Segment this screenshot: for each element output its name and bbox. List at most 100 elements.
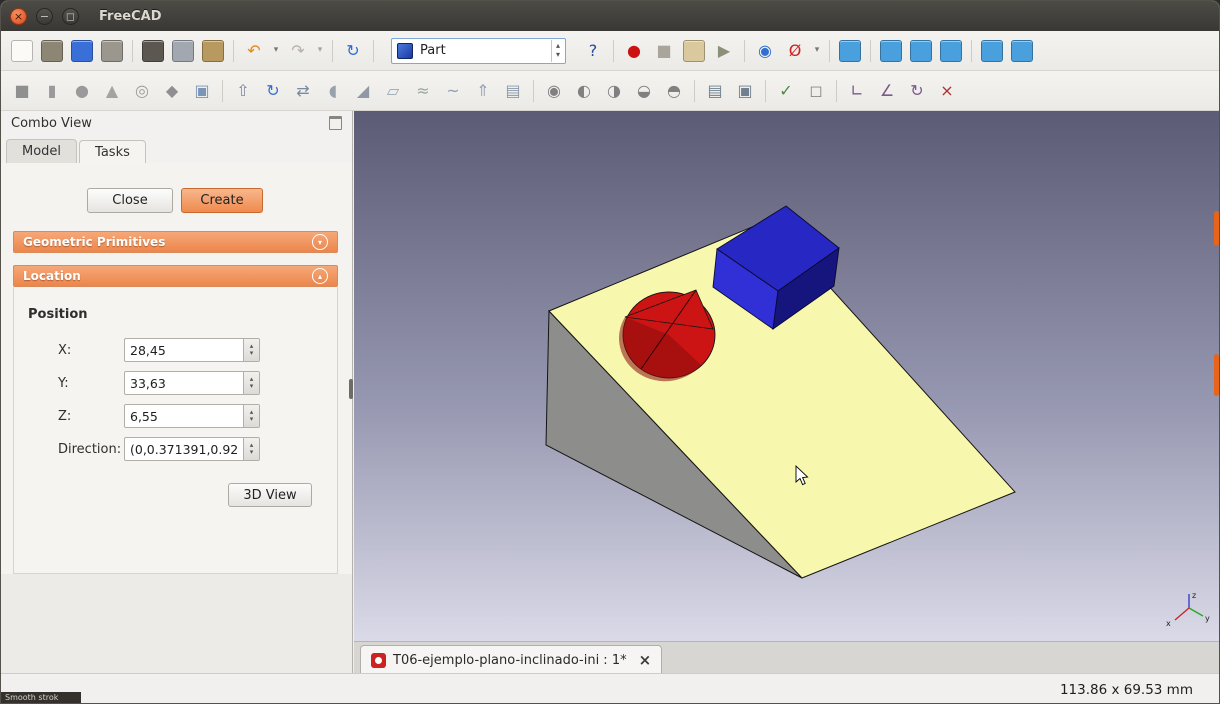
- view-front-icon[interactable]: [876, 37, 906, 65]
- spinner[interactable]: ▴ ▾: [243, 339, 259, 361]
- spin-down-icon[interactable]: ▾: [250, 383, 254, 390]
- part-compound-icon[interactable]: ▣: [730, 77, 760, 105]
- macro-play-icon[interactable]: ▶: [709, 37, 739, 65]
- part-box-icon[interactable]: ■: [7, 77, 37, 105]
- chevron-up-icon[interactable]: ▴: [312, 268, 328, 284]
- tab-tasks[interactable]: Tasks: [79, 140, 146, 164]
- macro-record-icon[interactable]: ●: [619, 37, 649, 65]
- part-defeaturing-icon[interactable]: ◻: [801, 77, 831, 105]
- view-rear-icon[interactable]: [977, 37, 1007, 65]
- part-union-icon[interactable]: ◑: [599, 77, 629, 105]
- undo-icon[interactable]: ↶: [239, 37, 269, 65]
- part-primitives-icon[interactable]: ◆: [157, 77, 187, 105]
- undo-dropdown-icon[interactable]: ▾: [269, 37, 283, 65]
- part-cylinder-icon[interactable]: ▮: [37, 77, 67, 105]
- box-zoom-icon[interactable]: ◉: [750, 37, 780, 65]
- draw-style-dropdown-icon[interactable]: ▾: [810, 37, 824, 65]
- part-chamfer-icon[interactable]: ◢: [348, 77, 378, 105]
- viewport-scrollbar-thumb[interactable]: [1214, 354, 1219, 396]
- panel-scrollbar-thumb[interactable]: [349, 379, 353, 399]
- part-check-geometry-icon[interactable]: ✓: [771, 77, 801, 105]
- copy-icon[interactable]: [168, 37, 198, 65]
- 3d-scene[interactable]: z y x: [354, 111, 1220, 641]
- view-bottom-icon[interactable]: [1007, 37, 1037, 65]
- macro-edit-icon[interactable]: [679, 37, 709, 65]
- tab-model[interactable]: Model: [6, 139, 77, 163]
- part-section-icon[interactable]: ◓: [659, 77, 689, 105]
- window-close-button[interactable]: ×: [10, 8, 27, 25]
- part-sphere-icon[interactable]: ●: [67, 77, 97, 105]
- part-loft-icon[interactable]: ≈: [408, 77, 438, 105]
- separator: [228, 37, 239, 65]
- z-position-input[interactable]: 6,55 ▴ ▾: [124, 404, 260, 428]
- 3d-view-button[interactable]: 3D View: [228, 483, 312, 507]
- 3d-viewport[interactable]: z y x: [354, 111, 1220, 641]
- axis-y-label: y: [1205, 614, 1210, 623]
- view-isometric-icon[interactable]: [835, 37, 865, 65]
- workbench-selector[interactable]: Part ▴ ▾: [391, 38, 566, 64]
- macro-stop-icon[interactable]: ■: [649, 37, 679, 65]
- y-position-input[interactable]: 33,63 ▴ ▾: [124, 371, 260, 395]
- new-document-icon[interactable]: [7, 37, 37, 65]
- spinner[interactable]: ▴ ▾: [243, 405, 259, 427]
- document-tab[interactable]: T06-ejemplo-plano-inclinado-ini : 1* ×: [360, 645, 662, 674]
- document-tab-label: T06-ejemplo-plano-inclinado-ini : 1*: [393, 653, 627, 668]
- separator: [368, 37, 379, 65]
- redo-dropdown-icon[interactable]: ▾: [313, 37, 327, 65]
- spin-down-icon[interactable]: ▾: [556, 51, 560, 60]
- part-extrude-icon[interactable]: ⇧: [228, 77, 258, 105]
- measure-clear-all-icon[interactable]: ×: [932, 77, 962, 105]
- spinner[interactable]: ▴ ▾: [243, 372, 259, 394]
- part-mirror-icon[interactable]: ⇄: [288, 77, 318, 105]
- print-icon[interactable]: [97, 37, 127, 65]
- viewport-scrollbar-thumb[interactable]: [1214, 211, 1219, 246]
- cut-icon[interactable]: [138, 37, 168, 65]
- part-revolve-icon[interactable]: ↻: [258, 77, 288, 105]
- view-top-icon[interactable]: [906, 37, 936, 65]
- chevron-down-icon[interactable]: ▾: [312, 234, 328, 250]
- measure-linear-icon[interactable]: ∟: [842, 77, 872, 105]
- section-geometric-primitives[interactable]: Geometric Primitives ▾: [13, 231, 338, 253]
- part-cone-icon[interactable]: ▲: [97, 77, 127, 105]
- x-label: X:: [14, 343, 124, 358]
- spinner[interactable]: ▴ ▾: [243, 438, 259, 460]
- part-intersection-icon[interactable]: ◒: [629, 77, 659, 105]
- section-location[interactable]: Location ▴: [13, 265, 338, 287]
- x-position-input[interactable]: 28,45 ▴ ▾: [124, 338, 260, 362]
- part-boolean-icon[interactable]: ◉: [539, 77, 569, 105]
- close-button[interactable]: Close: [87, 188, 173, 213]
- float-panel-icon[interactable]: [329, 116, 342, 130]
- part-cut-icon[interactable]: ◐: [569, 77, 599, 105]
- field-value: 28,45: [125, 343, 243, 358]
- refresh-icon[interactable]: ↻: [338, 37, 368, 65]
- measure-refresh-icon[interactable]: ↻: [902, 77, 932, 105]
- part-cross-sections-icon[interactable]: ▤: [700, 77, 730, 105]
- part-shape-builder-icon[interactable]: ▣: [187, 77, 217, 105]
- paste-icon[interactable]: [198, 37, 228, 65]
- part-torus-icon[interactable]: ◎: [127, 77, 157, 105]
- view-right-icon[interactable]: [936, 37, 966, 65]
- spin-down-icon[interactable]: ▾: [250, 449, 254, 456]
- window-maximize-button[interactable]: ◻: [62, 8, 79, 25]
- spin-down-icon[interactable]: ▾: [250, 350, 254, 357]
- part-thickness-icon[interactable]: ▤: [498, 77, 528, 105]
- draw-style-icon[interactable]: Ø: [780, 37, 810, 65]
- spin-down-icon[interactable]: ▾: [250, 416, 254, 423]
- statusbar: 113.86 x 69.53 mm: [1, 673, 1219, 704]
- workbench-spinner[interactable]: ▴ ▾: [551, 40, 560, 62]
- tab-close-icon[interactable]: ×: [639, 651, 652, 669]
- open-document-icon[interactable]: [37, 37, 67, 65]
- axis-indicator: z y x: [1166, 591, 1210, 628]
- redo-icon[interactable]: ↷: [283, 37, 313, 65]
- direction-combo[interactable]: (0,0.371391,0.92 ▴ ▾: [124, 437, 260, 461]
- create-button[interactable]: Create: [181, 188, 263, 213]
- combo-view-header: Combo View: [1, 111, 352, 135]
- part-offset-icon[interactable]: ⇑: [468, 77, 498, 105]
- window-minimize-button[interactable]: −: [36, 8, 53, 25]
- part-ruled-surface-icon[interactable]: ▱: [378, 77, 408, 105]
- part-fillet-icon[interactable]: ◖: [318, 77, 348, 105]
- part-sweep-icon[interactable]: ~: [438, 77, 468, 105]
- measure-angular-icon[interactable]: ∠: [872, 77, 902, 105]
- whats-this-icon[interactable]: ?: [578, 37, 608, 65]
- save-icon[interactable]: [67, 37, 97, 65]
